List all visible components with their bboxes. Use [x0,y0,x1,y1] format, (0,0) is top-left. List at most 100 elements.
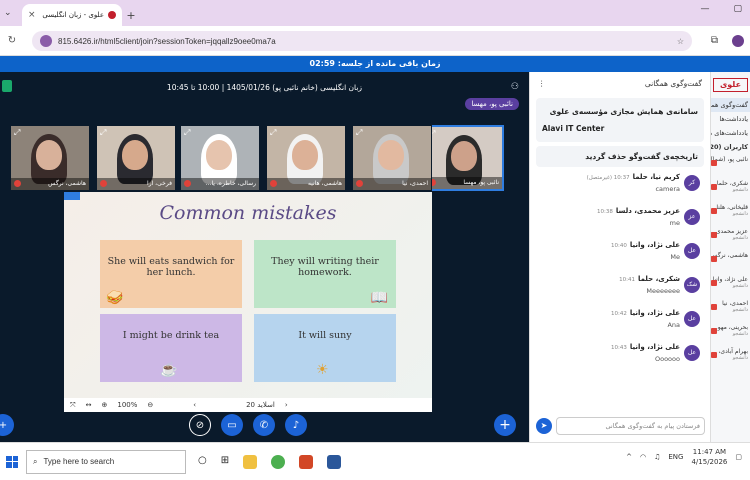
fit-width-icon[interactable]: ↔ [86,401,92,409]
user-list-item[interactable]: نائبی پو، (شما) [711,154,750,178]
sidebar-item-shared-notes[interactable]: یادداشت‌های همه... [711,126,750,140]
message-time: 10:37 (غیرمتصل) [586,175,630,181]
mic-muted-icon [14,180,21,187]
user-list-item[interactable]: شکری، حلما دانشجو [711,178,750,202]
mic-muted-icon [711,328,717,334]
sender-name: شکری، حلما10:41 [619,275,680,283]
participant-tile[interactable]: ⤢ نائبی پو، مهسا [424,125,504,191]
user-list: نائبی پو، (شما) شکری، حلما دانشجو قلیخانی، … [711,154,750,370]
bookmark-star-icon[interactable]: ☆ [677,37,684,46]
mic-muted-icon [711,352,717,358]
sun-icon: ☀ [316,362,329,378]
sidebar-item-notes[interactable]: یادداشت‌ها [711,112,750,126]
windows-start-icon[interactable] [6,455,18,468]
sender-name: علی نژاد، وانیا10:43 [611,343,680,351]
user-list-item[interactable]: علی نژاد، وانیا دانشجو [711,274,750,298]
user-name: عزیز محمدی... [710,228,748,235]
fit-screen-icon[interactable]: ⤧ [70,401,76,410]
participant-name: نائبی پو، مهسا [463,179,499,186]
browser-tab[interactable]: علوی - زبان انگلیسی (خانم نا... × [22,4,122,26]
extensions-icon[interactable]: ⧉ [711,35,718,47]
site-info-icon[interactable] [40,35,52,47]
mic-muted-icon [100,180,107,187]
participant-tile[interactable]: ⤢ هاشمی، نرگس [10,125,90,191]
send-message-button[interactable]: ➤ [536,418,552,434]
user-list-item[interactable]: احمدی، نیا دانشجو [711,298,750,322]
reload-icon[interactable]: ↻ [4,35,20,46]
message-text: me [669,219,680,227]
users-toggle-icon[interactable]: ⚇ [511,82,519,92]
presentation-slide: Common mistakes She will eats sandwich f… [64,192,432,398]
tray-chevron-icon[interactable]: ^ [626,453,632,461]
language-indicator[interactable]: ENG [668,453,683,461]
clock-time: 11:47 AM [692,448,727,456]
volume-icon[interactable]: ♫ [654,453,660,461]
slide-title: Common mistakes [159,202,337,224]
tab-close-icon[interactable]: × [28,10,36,20]
actions-button[interactable]: + [0,414,14,436]
message-text: Meeeeeee [646,287,680,295]
minimize-icon[interactable]: — [700,4,709,14]
sender-name: علی نژاد، وانیا10:40 [611,241,680,249]
audio-phone-button[interactable]: ✆ [253,414,275,436]
microphone-button[interactable]: ♪ [285,414,307,436]
participant-tile[interactable]: ⤢ رسالی، خاطره، یا... [180,125,260,191]
card-text: They will writing their homework. [271,256,379,278]
user-list-item[interactable]: هاشمی، نرگس [711,250,750,274]
file-explorer-icon[interactable] [243,454,258,469]
next-slide-icon[interactable]: › [285,401,288,409]
more-actions-button[interactable]: + [494,414,516,436]
widgets-icon[interactable]: ⊞ [221,455,229,469]
search-icon: ⌕ [33,456,38,466]
camera-button[interactable]: ▭ [221,414,243,436]
chrome-icon[interactable] [271,454,286,469]
taskbar-search[interactable]: ⌕ Type here to search [26,449,186,474]
expand-icon[interactable]: ⤢ [14,128,20,138]
new-tab-button[interactable]: + [122,4,140,26]
user-role: دانشجو [732,331,748,337]
message-text: Me [670,253,680,261]
sidebar-item-public-chat[interactable]: گفت‌وگوی همگا... [711,98,750,112]
slide-selector[interactable]: اسلاید 20 [246,401,275,409]
zoom-in-icon[interactable]: ⊕ [101,401,107,409]
user-list-item[interactable]: بهرام آبادی، ... دانشجو [711,346,750,370]
message-text: Oooooo [654,355,680,363]
taskbar-clock[interactable]: 11:47 AM 4/15/2026 [691,447,727,467]
word-icon[interactable] [327,454,342,469]
powerpoint-icon[interactable] [299,454,314,469]
participant-tile[interactable]: ⤢ احمدی، نیا [352,125,432,191]
user-list-item[interactable]: بحرینی، مهو... دانشجو [711,322,750,346]
network-icon[interactable]: ◠ [640,453,646,461]
user-list-item[interactable]: قلیخانی، هلنا دانشجو [711,202,750,226]
mic-muted-icon [711,304,717,310]
user-list-item[interactable]: عزیز محمدی... دانشجو [711,226,750,250]
maximize-icon[interactable]: ▢ [733,4,742,14]
welcome-message: سامانه‌ی همایش مجازی مؤسسه‌ی علوی Alavi … [536,98,704,142]
sender-avatar: کر [684,175,700,191]
participant-tile[interactable]: ⤢ فرخی، ارا [96,125,176,191]
connection-status-icon[interactable] [2,80,12,92]
slide-card: They will writing their homework. 📖 [254,240,396,308]
zoom-out-icon[interactable]: ⊖ [147,401,153,409]
notifications-icon[interactable]: ▢ [735,453,742,461]
expand-icon[interactable]: ⤢ [356,128,362,138]
tab-search-icon[interactable]: ⌄ [4,8,12,18]
expand-icon[interactable]: ⤢ [270,128,276,138]
profile-avatar[interactable] [732,35,744,47]
chat-message: عل علی نژاد، وانیا10:40 Me [536,239,704,273]
sender-avatar: عل [684,311,700,327]
chat-message-input[interactable]: فرستادن پیام به گفت‌وگوی همگانی [556,417,705,435]
book-icon: 📖 [370,290,388,306]
participant-tile[interactable]: ⤢ هاشمی، هانیه [266,125,346,191]
prev-slide-icon[interactable]: ‹ [193,401,196,409]
expand-icon[interactable]: ⤢ [100,128,106,138]
task-view-icon[interactable]: ○ [198,455,207,469]
meeting-header: زبان انگلیسی (خانم نائبی پو) 1405/01/26 … [0,72,529,102]
screen-share-button[interactable]: ⊘ [189,414,211,436]
chat-message: عز عزیز محمدی، دلسا10:38 me [536,205,704,239]
chat-options-icon[interactable]: ⋮ [538,79,546,88]
expand-icon[interactable]: ⤢ [184,128,190,138]
url-field[interactable]: 815.6426.ir/html5client/join?sessionToke… [32,31,692,51]
presentation-menu-button[interactable] [64,192,80,200]
teacup-icon: ☕ [160,362,178,378]
